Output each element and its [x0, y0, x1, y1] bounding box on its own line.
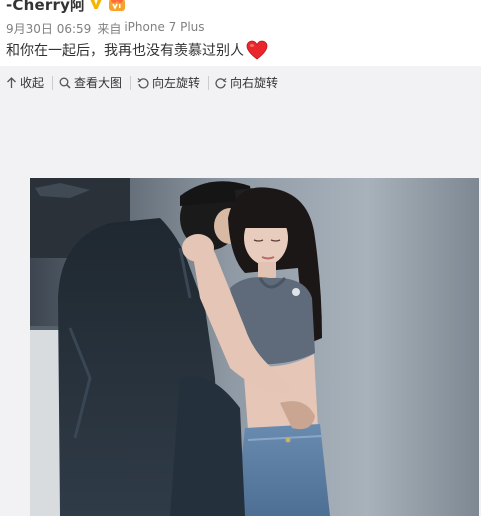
post-meta: 9月30日 06:59 来自 iPhone 7 Plus	[6, 20, 205, 37]
rotate-right-icon	[215, 77, 227, 88]
view-large-button[interactable]: 查看大图	[52, 75, 130, 90]
post-content: 和你在一起后，我再也没有羡慕过别人	[6, 38, 268, 62]
rotate-left-label: 向左旋转	[152, 76, 201, 90]
image-toolbar: 收起 查看大图 向左旋转 向右旋转	[0, 66, 481, 99]
magnifier-icon	[59, 77, 71, 89]
red-heart-emoji-icon	[246, 40, 268, 60]
vip-badge-icon[interactable]	[108, 0, 126, 12]
post-header: -Cherry阿	[6, 0, 126, 14]
view-large-label: 查看大图	[74, 76, 123, 90]
post-date[interactable]: 9月30日 06:59	[6, 20, 91, 37]
rotate-right-label: 向右旋转	[230, 76, 279, 90]
arrow-up-icon	[7, 76, 16, 88]
verified-v-icon[interactable]	[89, 0, 103, 11]
collapse-button[interactable]: 收起	[0, 76, 52, 90]
collapse-label: 收起	[20, 76, 45, 90]
rotate-right-button[interactable]: 向右旋转	[208, 75, 286, 90]
rotate-left-icon	[137, 77, 149, 88]
rotate-left-button[interactable]: 向左旋转	[130, 75, 208, 90]
post-text: 和你在一起后，我再也没有羡慕过别人	[6, 43, 244, 59]
username[interactable]: -Cherry阿	[6, 0, 85, 15]
source-prefix: 来自	[97, 22, 122, 36]
post-source: 来自 iPhone 7 Plus	[97, 20, 204, 37]
image-viewer	[0, 99, 481, 516]
source-device[interactable]: iPhone 7 Plus	[124, 20, 204, 37]
post-photo[interactable]	[30, 178, 479, 516]
couple-photo-image	[30, 178, 479, 516]
